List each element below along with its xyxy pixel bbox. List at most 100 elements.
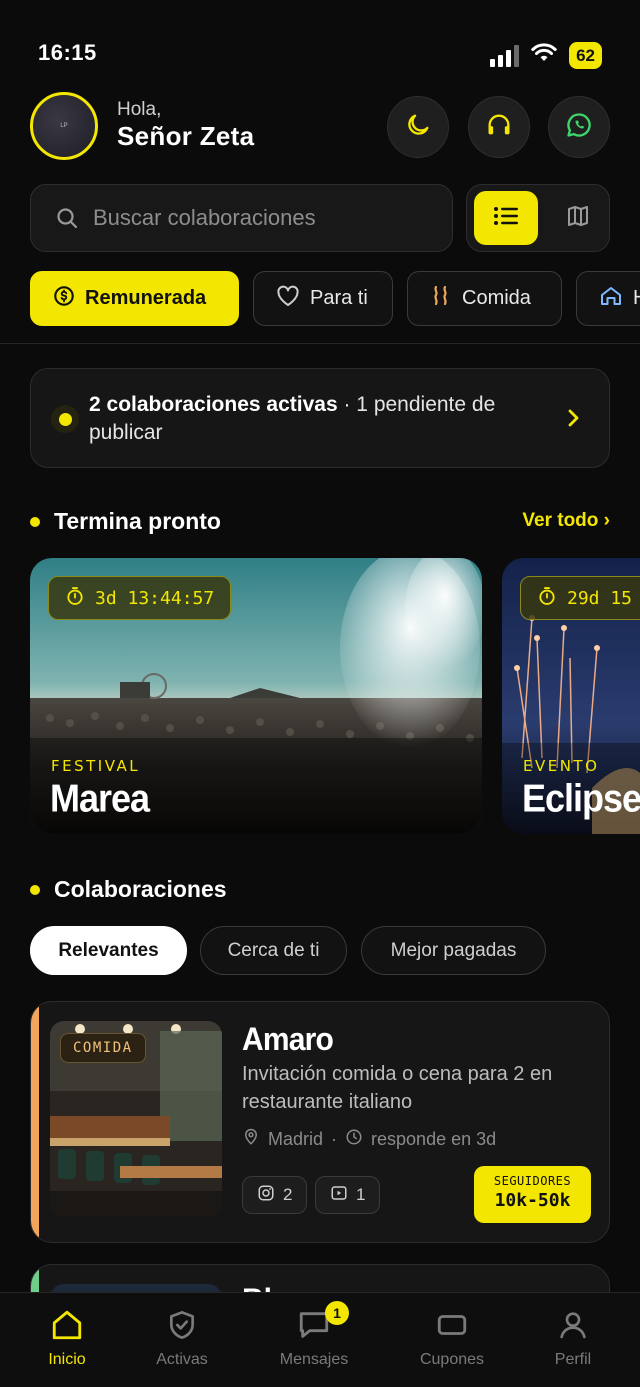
- followers-label: SEGUIDORES: [493, 1174, 572, 1188]
- battery-indicator: 62: [569, 42, 602, 69]
- filter-cerca-de-ti[interactable]: Cerca de ti: [200, 926, 347, 975]
- map-view-button[interactable]: [551, 191, 605, 245]
- nav-label: Activas: [156, 1351, 208, 1368]
- unread-badge: 1: [325, 1301, 349, 1325]
- section-dot: [30, 517, 40, 527]
- greeting: Hola,: [117, 99, 162, 120]
- followers-badge: SEGUIDORES 10k-50k: [474, 1166, 591, 1223]
- video-count: 1: [356, 1185, 366, 1204]
- dark-mode-button[interactable]: [387, 96, 449, 158]
- section-dot: [30, 885, 40, 895]
- home-icon: [50, 1305, 84, 1345]
- list-icon: [493, 205, 519, 232]
- whatsapp-button[interactable]: [548, 96, 610, 158]
- chip-hogar[interactable]: H: [576, 271, 640, 326]
- search-placeholder: Buscar colaboraciones: [93, 205, 316, 230]
- user-icon: [557, 1305, 589, 1345]
- filter-relevantes[interactable]: Relevantes: [30, 926, 187, 975]
- support-button[interactable]: [468, 96, 530, 158]
- headphones-icon: [485, 111, 513, 144]
- whatsapp-icon: [565, 111, 593, 144]
- steam-icon: [430, 284, 462, 314]
- timer-value: 3d 13:44:57: [95, 587, 215, 609]
- chip-label: Comida: [462, 287, 531, 309]
- list-view-button[interactable]: [474, 191, 538, 245]
- event-card-eclipse[interactable]: 29d 15 EVENTO Eclipse: [502, 558, 640, 834]
- user-name: Señor Zeta: [117, 121, 255, 151]
- event-name: Eclipse: [522, 776, 640, 821]
- stopwatch-icon: [537, 586, 567, 611]
- heart-icon: [276, 285, 310, 313]
- wifi-icon: [531, 43, 557, 68]
- banner-text: 2 colaboraciones activas · 1 pendiente d…: [89, 391, 549, 447]
- video-icon: [330, 1184, 356, 1207]
- chip-comida[interactable]: Comida: [407, 271, 562, 326]
- nav-activas[interactable]: Activas: [127, 1305, 237, 1369]
- instagram-count: 2: [283, 1185, 293, 1204]
- meta-separator: ·: [331, 1129, 338, 1149]
- signal-icon: [490, 44, 520, 67]
- event-category: EVENTO: [523, 757, 600, 775]
- nav-mensajes[interactable]: 1 Mensajes: [259, 1301, 369, 1369]
- shield-check-icon: [166, 1305, 198, 1345]
- nav-cupones[interactable]: Cupones: [397, 1305, 507, 1369]
- event-category: FESTIVAL: [51, 757, 141, 775]
- stopwatch-icon: [65, 586, 95, 611]
- map-icon: [565, 204, 591, 233]
- avatar-initials: LP: [60, 123, 68, 129]
- instagram-icon: [257, 1184, 283, 1207]
- event-name: Marea: [50, 776, 150, 821]
- chip-label: H: [633, 287, 640, 310]
- nav-inicio[interactable]: Inicio: [12, 1305, 122, 1369]
- view-toggle: [466, 184, 610, 252]
- search-input[interactable]: Buscar colaboraciones: [30, 184, 453, 252]
- event-card-marea[interactable]: 3d 13:44:57 FESTIVAL Marea: [30, 558, 482, 834]
- chevron-right-icon: [565, 407, 581, 434]
- status-time: 16:15: [38, 40, 97, 65]
- moon-icon: [404, 111, 432, 144]
- status-bar: 16:15 62: [0, 0, 640, 96]
- collab-card-amaro[interactable]: COMIDA Amaro Invitación comida o cena pa…: [30, 1001, 610, 1243]
- collab-title: Amaro: [242, 1022, 334, 1058]
- collab-description: Invitación comida o cena para 2 en resta…: [242, 1063, 553, 1113]
- timer-value: 29d 15: [567, 587, 633, 609]
- coin-icon: [53, 285, 85, 313]
- status-dot-icon: [51, 405, 79, 433]
- banner-bold: 2 colaboraciones activas: [89, 393, 338, 416]
- section-title-ending-soon: Termina pronto: [54, 508, 221, 534]
- instagram-posts-stat: 2: [242, 1176, 308, 1214]
- see-all-link[interactable]: Ver todo ›: [522, 510, 610, 532]
- nav-label: Inicio: [48, 1351, 86, 1368]
- filter-mejor-pagadas[interactable]: Mejor pagadas: [361, 926, 546, 975]
- chip-label: Remunerada: [85, 287, 207, 309]
- card-accent: [31, 1002, 39, 1242]
- status-icons: 62: [490, 42, 602, 69]
- search-icon: [55, 206, 79, 230]
- followers-range: 10k-50k: [494, 1190, 571, 1211]
- avatar[interactable]: LP: [30, 92, 98, 160]
- divider: [0, 343, 640, 344]
- collab-category-tag: COMIDA: [60, 1033, 146, 1063]
- nav-label: Cupones: [419, 1351, 485, 1368]
- collab-photo: COMIDA: [50, 1021, 222, 1217]
- collab-meta: Madrid · responde en 3d: [242, 1127, 496, 1152]
- nav-label: Mensajes: [279, 1351, 349, 1368]
- chip-para-ti[interactable]: Para ti: [253, 271, 393, 326]
- nav-perfil[interactable]: Perfil: [518, 1305, 628, 1369]
- chip-remunerada[interactable]: Remunerada: [30, 271, 239, 326]
- active-collabs-banner[interactable]: 2 colaboraciones activas · 1 pendiente d…: [30, 368, 610, 468]
- coupon-icon: [435, 1305, 469, 1345]
- clock-icon: [345, 1128, 371, 1151]
- countdown-timer: 29d 15: [520, 576, 640, 620]
- collab-response-time: responde en 3d: [371, 1129, 497, 1149]
- countdown-timer: 3d 13:44:57: [48, 576, 232, 620]
- video-posts-stat: 1: [315, 1176, 381, 1214]
- message-icon: 1: [297, 1301, 349, 1345]
- collab-location: Madrid: [268, 1129, 324, 1149]
- home-icon: [599, 284, 633, 314]
- chip-label: Para ti: [310, 287, 368, 309]
- location-pin-icon: [242, 1127, 268, 1152]
- nav-label: Perfil: [554, 1351, 592, 1368]
- bottom-nav: Inicio Activas 1 Mensajes Cupones Perfil: [0, 1292, 640, 1387]
- section-title-collaborations: Colaboraciones: [54, 876, 227, 902]
